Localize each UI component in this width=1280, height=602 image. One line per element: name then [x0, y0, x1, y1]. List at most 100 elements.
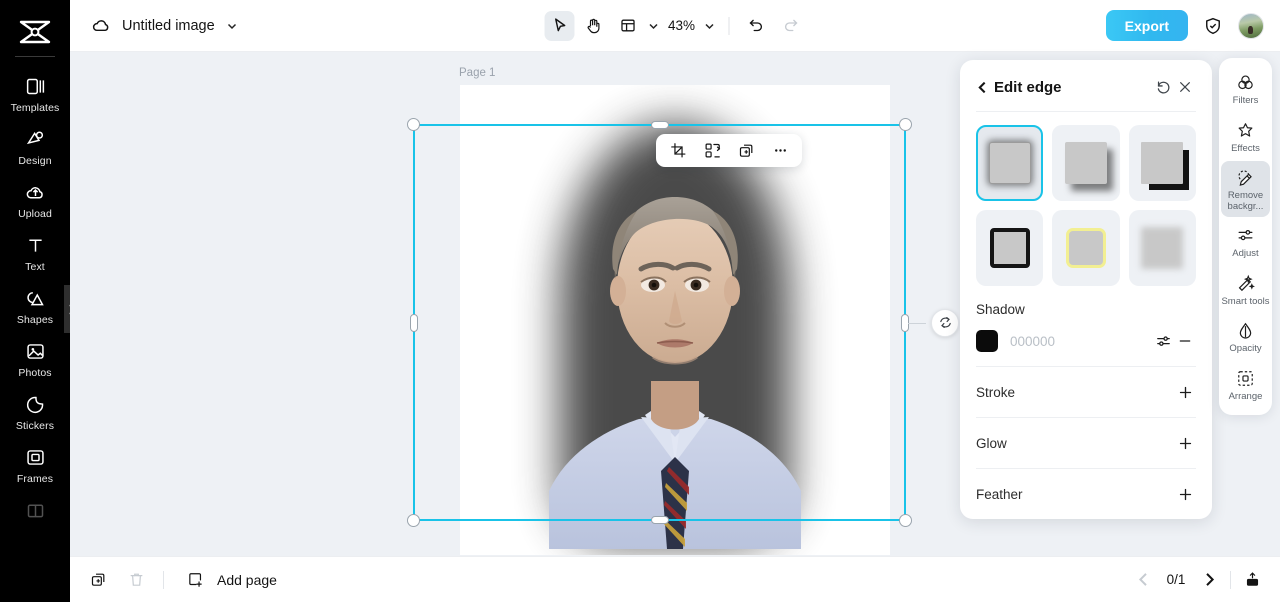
resize-handle-bottom-left[interactable]: [407, 514, 420, 527]
plus-icon[interactable]: [1174, 483, 1196, 505]
glow-section-row[interactable]: Glow: [976, 430, 1196, 456]
document-title[interactable]: Untitled image: [122, 18, 215, 34]
duplicate-button[interactable]: [732, 137, 760, 164]
shadow-label: Shadow: [976, 302, 1025, 317]
section-divider: [976, 366, 1196, 367]
redo-button[interactable]: [776, 11, 806, 41]
next-page-button[interactable]: [1195, 566, 1223, 594]
rail-item-adjust[interactable]: Adjust: [1221, 219, 1270, 265]
zoom-chevron-down-icon[interactable]: [703, 19, 717, 33]
add-page-button[interactable]: Add page: [181, 566, 277, 594]
sliders-icon[interactable]: [1152, 330, 1174, 352]
sidebar-item-design[interactable]: Design: [2, 120, 68, 173]
shadow-color-swatch[interactable]: [976, 330, 998, 352]
chevron-left-icon[interactable]: [976, 81, 994, 94]
glow-label: Glow: [976, 435, 1007, 451]
bottom-right-actions: 0/1: [1129, 566, 1266, 594]
rail-item-opacity[interactable]: Opacity: [1221, 314, 1270, 360]
feather-label: Feather: [976, 486, 1023, 502]
rail-label: Smart tools: [1221, 295, 1270, 307]
frames-icon: [23, 445, 47, 469]
rail-item-remove-background[interactable]: Remove backgr...: [1221, 161, 1270, 217]
sidebar-item-photos[interactable]: Photos: [2, 332, 68, 385]
rotate-icon[interactable]: [931, 308, 959, 337]
sidebar-label: Design: [18, 155, 52, 167]
edge-preset-hard-shadow[interactable]: [1128, 125, 1196, 201]
shield-check-icon[interactable]: [1202, 15, 1224, 37]
user-avatar[interactable]: [1238, 12, 1264, 39]
opacity-icon: [1235, 320, 1256, 341]
sidebar-item-text[interactable]: Text: [2, 226, 68, 279]
right-tool-rail: Filters Effects Remove backgr... Adjust …: [1219, 58, 1272, 415]
rail-label: Opacity: [1229, 343, 1262, 354]
bottom-divider: [163, 570, 164, 589]
select-tool-button[interactable]: [544, 10, 575, 41]
resize-handle-left[interactable]: [410, 313, 418, 332]
stroke-section-row[interactable]: Stroke: [976, 379, 1196, 405]
resize-handle-top[interactable]: [650, 121, 669, 129]
sidebar-item-layout[interactable]: [2, 491, 68, 532]
undo-button[interactable]: [742, 11, 772, 41]
toolbar-divider: [728, 16, 730, 35]
selection-frame[interactable]: [407, 118, 959, 527]
transform-button[interactable]: [698, 137, 726, 164]
plus-icon[interactable]: [1174, 432, 1196, 454]
preset-thumb: [989, 228, 1030, 268]
layout-tool-button[interactable]: [613, 11, 643, 41]
resize-handle-bottom[interactable]: [650, 516, 669, 524]
shadow-hex-value[interactable]: 000000: [1010, 334, 1152, 349]
delete-page-button[interactable]: [122, 566, 150, 594]
adjust-icon: [1235, 225, 1256, 246]
prev-page-button[interactable]: [1129, 566, 1157, 594]
rail-label: Adjust: [1232, 248, 1259, 259]
panel-divider: [976, 111, 1196, 112]
panel-title: Edit edge: [994, 78, 1062, 96]
stickers-icon: [23, 392, 47, 416]
chevron-down-icon[interactable]: [225, 19, 239, 33]
sidebar-item-shapes[interactable]: Shapes: [2, 279, 68, 332]
feather-section-row[interactable]: Feather: [976, 481, 1196, 507]
rail-item-smart-tools[interactable]: Smart tools: [1221, 267, 1270, 313]
close-icon[interactable]: [1174, 76, 1196, 98]
plus-icon[interactable]: [1174, 381, 1196, 403]
sidebar-item-stickers[interactable]: Stickers: [2, 385, 68, 438]
present-button[interactable]: [1238, 566, 1266, 594]
sidebar-item-templates[interactable]: Templates: [2, 67, 68, 120]
shadow-remove-button[interactable]: [1174, 330, 1196, 352]
resize-handle-top-right[interactable]: [899, 118, 912, 131]
sidebar-item-frames[interactable]: Frames: [2, 438, 68, 491]
sidebar-label: Templates: [10, 102, 60, 114]
capcut-logo-icon[interactable]: [13, 12, 57, 52]
left-sidebar: Templates Design Upload Text Shapes Phot…: [0, 0, 70, 602]
edge-preset-glow-shadow[interactable]: [976, 125, 1044, 201]
image-context-toolbar: [656, 134, 802, 167]
add-page-label: Add page: [217, 571, 277, 588]
stroke-label: Stroke: [976, 384, 1016, 400]
layout-chevron-down-icon[interactable]: [647, 19, 661, 33]
sidebar-item-upload[interactable]: Upload: [2, 173, 68, 226]
resize-handle-bottom-right[interactable]: [899, 514, 912, 527]
duplicate-page-button[interactable]: [84, 566, 112, 594]
rail-label: Filters: [1232, 95, 1259, 106]
rail-item-arrange[interactable]: Arrange: [1221, 362, 1270, 408]
edge-preset-black-stroke[interactable]: [976, 210, 1044, 286]
rotate-connector: [908, 322, 926, 324]
sidebar-label: Stickers: [15, 420, 55, 432]
zoom-level[interactable]: 43%: [665, 18, 699, 33]
cloud-saved-icon[interactable]: [90, 15, 112, 37]
rail-item-effects[interactable]: Effects: [1221, 114, 1270, 160]
resize-handle-top-left[interactable]: [407, 118, 420, 131]
more-options-button[interactable]: [766, 137, 794, 164]
bottom-divider: [1230, 570, 1231, 589]
crop-button[interactable]: [664, 137, 692, 164]
shadow-section: Shadow 000000: [976, 302, 1196, 354]
reset-icon[interactable]: [1152, 76, 1174, 98]
edge-preset-feather[interactable]: [1128, 210, 1196, 286]
hand-tool-button[interactable]: [579, 11, 609, 41]
edge-preset-yellow-stroke[interactable]: [1052, 210, 1120, 286]
edge-preset-drop-shadow[interactable]: [1052, 125, 1120, 201]
rail-item-filters[interactable]: Filters: [1221, 66, 1270, 112]
export-button[interactable]: Export: [1105, 10, 1188, 41]
remove-background-icon: [1235, 167, 1256, 188]
page-indicator: 0/1: [1166, 572, 1186, 587]
